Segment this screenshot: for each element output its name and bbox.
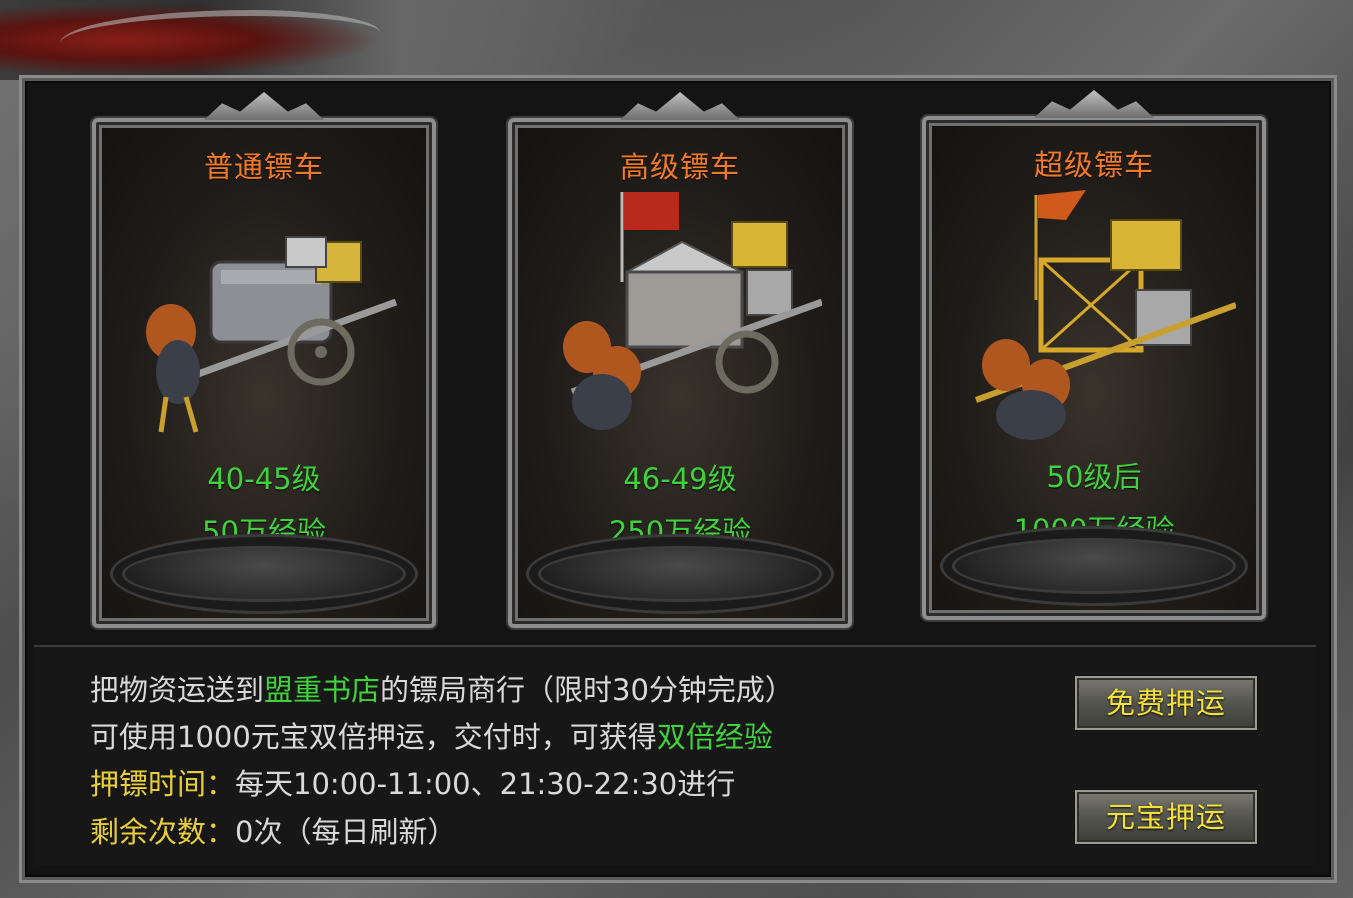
remain-value: 0次（每日刷新） <box>235 815 457 849</box>
dragon-ornament-icon <box>0 0 400 80</box>
cart-card-super[interactable]: 超级镖车 50级后 1000万经验 <box>922 90 1266 620</box>
double-exp-highlight: 双倍经验 <box>656 720 773 754</box>
remaining-count: 剩余次数：0次（每日刷新） <box>90 809 456 851</box>
remain-label: 剩余次数： <box>90 815 236 849</box>
pedestal <box>940 526 1248 606</box>
destination-link[interactable]: 盟重书店 <box>264 673 380 707</box>
normal-cart-icon <box>146 236 398 433</box>
double-exp-text: 可使用1000元宝双倍押运，交付时，可获得 <box>90 720 657 754</box>
cart-level: 50级后 <box>1046 460 1142 494</box>
cart-title: 普通镖车 <box>203 150 324 184</box>
cart-card-advanced[interactable]: 高级镖车 46-49级 250万经验 <box>508 92 852 628</box>
super-cart-icon <box>974 190 1236 440</box>
delivery-instruction: 把物资运送到盟重书店的镖局商行（限时30分钟完成） <box>90 667 794 709</box>
pedestal <box>110 534 418 614</box>
escort-time: 押镖时间：每天10:00-11:00、21:30-22:30进行 <box>90 761 735 803</box>
cart-level: 46-49级 <box>623 462 737 496</box>
free-escort-button[interactable]: 免费押运 <box>1075 676 1257 730</box>
yuanbao-escort-button[interactable]: 元宝押运 <box>1075 790 1257 844</box>
time-value: 每天10:00-11:00、21:30-22:30进行 <box>235 767 736 801</box>
time-label: 押镖时间： <box>90 767 236 801</box>
instruction-text: 的镖局商行（限时30分钟完成） <box>380 673 794 707</box>
cart-card-normal[interactable]: 普通镖车 40-45级 50万经验 <box>92 92 436 628</box>
cart-title: 高级镖车 <box>619 150 740 184</box>
cart-level: 40-45级 <box>207 462 321 496</box>
cart-title: 超级镖车 <box>1033 148 1154 182</box>
pedestal <box>526 534 834 614</box>
double-exp-note: 可使用1000元宝双倍押运，交付时，可获得双倍经验 <box>90 714 773 756</box>
instruction-text: 把物资运送到 <box>90 673 265 707</box>
advanced-cart-icon <box>563 192 822 430</box>
